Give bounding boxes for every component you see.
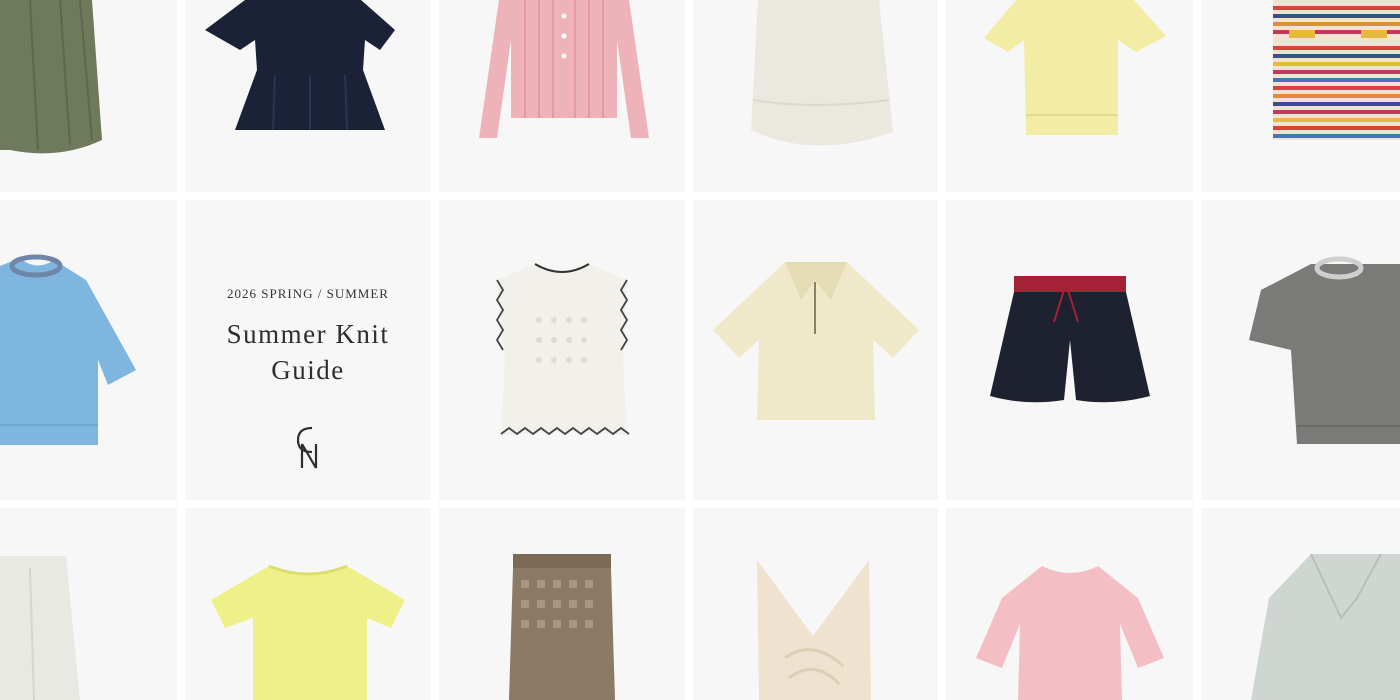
blue-sheer-knit-icon bbox=[0, 254, 136, 445]
multi-stripe-knit-icon bbox=[1273, 0, 1400, 140]
season-label: 2026 SPRING / SUMMER bbox=[227, 286, 389, 301]
beige-twist-top-icon bbox=[757, 560, 871, 700]
product-tile-pink-sweater[interactable] bbox=[946, 508, 1193, 700]
product-tile-white-vest[interactable] bbox=[439, 200, 685, 500]
olive-knit-skirt-icon bbox=[0, 0, 102, 154]
cn-monogram-icon bbox=[296, 426, 318, 469]
product-grid: 2026 SPRING / SUMMER Summer Knit Guide bbox=[0, 0, 1400, 700]
product-tile-navy-peplum[interactable] bbox=[185, 0, 431, 192]
product-tile-ivory-top[interactable] bbox=[693, 0, 938, 192]
sage-knit-jacket-icon bbox=[1251, 553, 1400, 700]
product-tile-mesh-skirt[interactable] bbox=[439, 508, 685, 700]
product-tile-navy-shorts[interactable] bbox=[946, 200, 1193, 500]
product-tile-grey-tee[interactable] bbox=[1201, 200, 1400, 500]
navy-peplum-top-icon bbox=[205, 0, 395, 131]
title-card: 2026 SPRING / SUMMER Summer Knit Guide bbox=[185, 200, 431, 500]
product-tile-olive-skirt[interactable] bbox=[0, 0, 177, 192]
product-tile-lime-tee[interactable] bbox=[185, 508, 431, 700]
product-tile-stripe-knit[interactable] bbox=[1201, 0, 1400, 192]
title-line-2: Guide bbox=[271, 355, 345, 385]
product-tile-blue-tee[interactable] bbox=[0, 200, 177, 500]
pink-knit-sweater-icon bbox=[976, 566, 1164, 700]
navy-knit-shorts-icon bbox=[990, 276, 1150, 403]
white-crochet-vest-icon bbox=[495, 263, 630, 436]
yellow-knit-tee-icon bbox=[984, 0, 1166, 135]
title-line-1: Summer Knit bbox=[226, 319, 390, 349]
product-tile-yellow-tee[interactable] bbox=[946, 0, 1193, 192]
ivory-knit-top-icon bbox=[751, 0, 893, 146]
product-tile-pink-cardigan[interactable] bbox=[439, 0, 685, 192]
pink-rib-cardigan-icon bbox=[479, 0, 649, 138]
product-tile-twist-top[interactable] bbox=[693, 508, 938, 700]
page-title: Summer Knit Guide bbox=[185, 316, 431, 388]
white-knit-pants-icon bbox=[0, 556, 80, 700]
product-tile-white-pants[interactable] bbox=[0, 508, 177, 700]
product-tile-cream-polo[interactable] bbox=[693, 200, 938, 500]
cream-zip-polo-icon bbox=[713, 262, 919, 420]
grey-knit-tee-icon bbox=[1249, 256, 1400, 444]
taupe-mesh-skirt-icon bbox=[509, 554, 615, 700]
lime-knit-tee-icon bbox=[211, 564, 405, 700]
product-tile-sage-jacket[interactable] bbox=[1201, 508, 1400, 700]
brand-logo bbox=[185, 424, 431, 472]
